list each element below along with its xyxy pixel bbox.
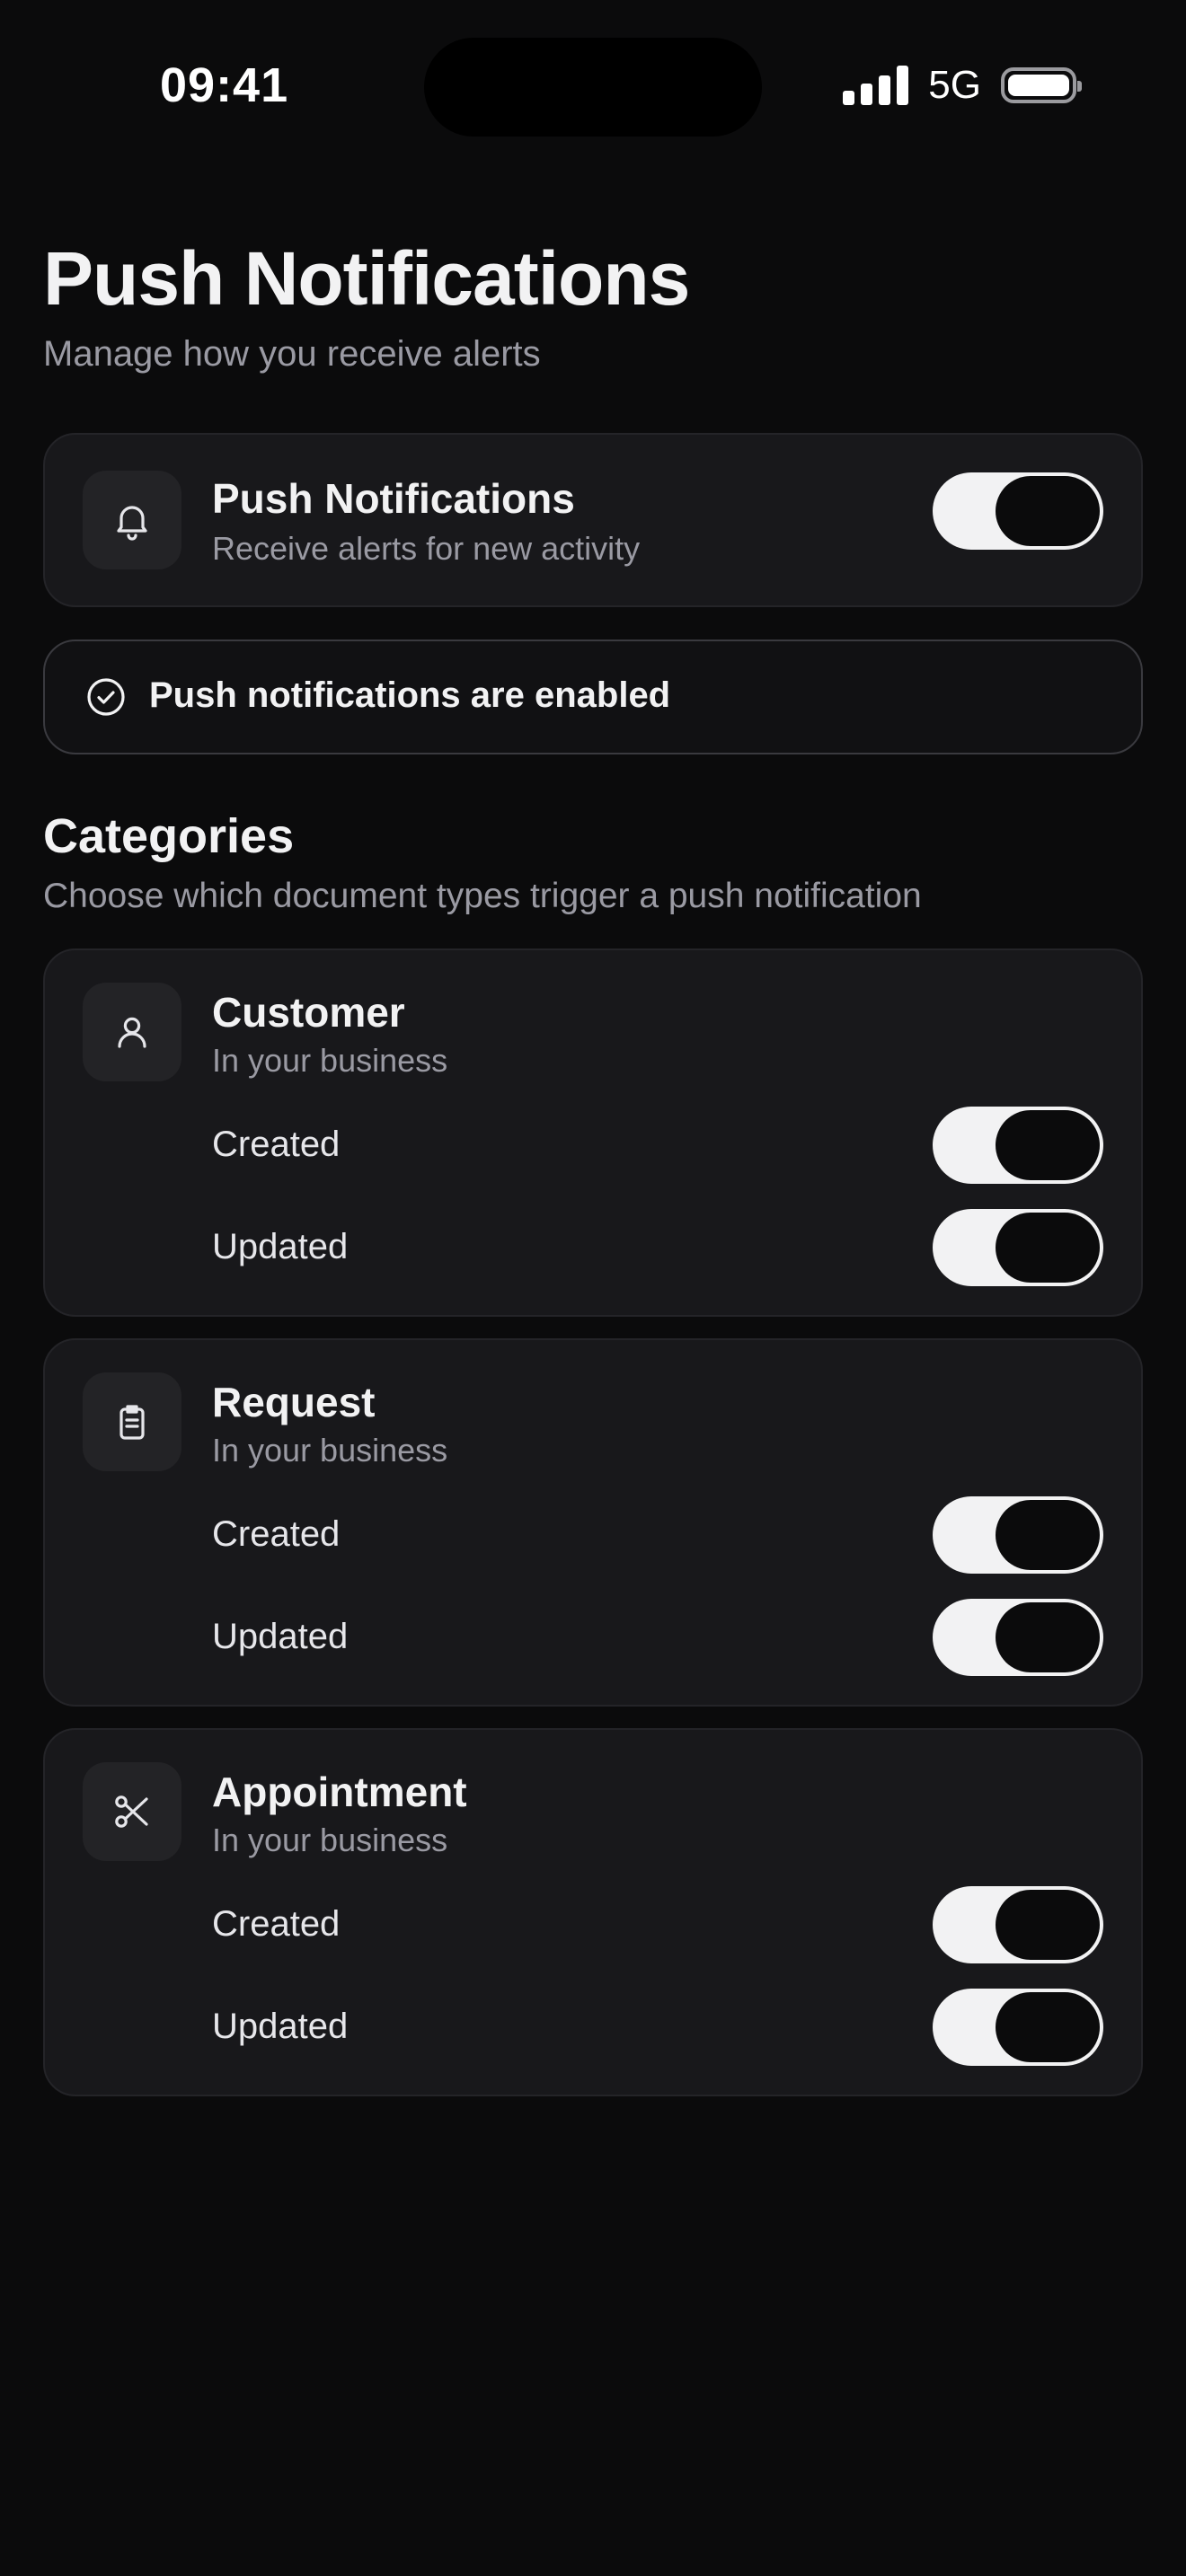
category-card-request: Request In your business Created Updated — [43, 1338, 1143, 1707]
category-subtitle: In your business — [212, 1822, 448, 1858]
master-toggle[interactable] — [933, 472, 1103, 550]
check-circle-icon — [87, 678, 125, 716]
status-time: 09:41 — [160, 58, 289, 112]
bell-icon — [83, 471, 181, 569]
network-label: 5G — [928, 63, 981, 107]
toggle-knob — [996, 1602, 1100, 1672]
status-indicators: 5G — [843, 63, 1082, 108]
user-icon — [83, 983, 181, 1081]
status-bar: 09:41 5G — [0, 0, 1186, 180]
toggle-knob — [996, 1890, 1100, 1960]
page-title: Push Notifications — [43, 236, 690, 321]
battery-icon — [1001, 67, 1082, 103]
appointment-created-toggle[interactable] — [933, 1886, 1103, 1963]
master-title: Push Notifications — [212, 475, 575, 522]
event-label-updated: Updated — [212, 1617, 349, 1656]
category-card-appointment: Appointment In your business Created Upd… — [43, 1728, 1143, 2096]
scissors-icon — [83, 1762, 181, 1861]
toggle-knob — [996, 476, 1100, 546]
customer-updated-toggle[interactable] — [933, 1209, 1103, 1286]
request-created-toggle[interactable] — [933, 1496, 1103, 1574]
customer-created-toggle[interactable] — [933, 1107, 1103, 1184]
request-updated-toggle[interactable] — [933, 1599, 1103, 1676]
status-banner: Push notifications are enabled — [43, 640, 1143, 754]
toggle-knob — [996, 1500, 1100, 1570]
category-subtitle: In your business — [212, 1042, 448, 1079]
toggle-knob — [996, 1110, 1100, 1180]
page-subtitle: Manage how you receive alerts — [43, 334, 541, 374]
event-label-updated: Updated — [212, 2007, 349, 2046]
master-toggle-card: Push Notifications Receive alerts for ne… — [43, 433, 1143, 607]
event-label-created: Created — [212, 1125, 341, 1164]
categories-subtitle: Choose which document types trigger a pu… — [43, 877, 922, 915]
category-title: Request — [212, 1379, 376, 1425]
event-label-created: Created — [212, 1514, 341, 1554]
appointment-updated-toggle[interactable] — [933, 1989, 1103, 2066]
toggle-knob — [996, 1213, 1100, 1283]
categories-title: Categories — [43, 809, 295, 863]
category-card-customer: Customer In your business Created Update… — [43, 948, 1143, 1317]
master-subtitle: Receive alerts for new activity — [212, 530, 641, 567]
category-title: Customer — [212, 989, 405, 1036]
category-subtitle: In your business — [212, 1432, 448, 1469]
clipboard-icon — [83, 1372, 181, 1471]
toggle-knob — [996, 1992, 1100, 2062]
signal-icon — [843, 66, 909, 105]
event-label-created: Created — [212, 1904, 341, 1944]
status-banner-text: Push notifications are enabled — [149, 675, 671, 715]
dynamic-island — [424, 38, 762, 137]
category-title: Appointment — [212, 1769, 467, 1815]
event-label-updated: Updated — [212, 1227, 349, 1266]
